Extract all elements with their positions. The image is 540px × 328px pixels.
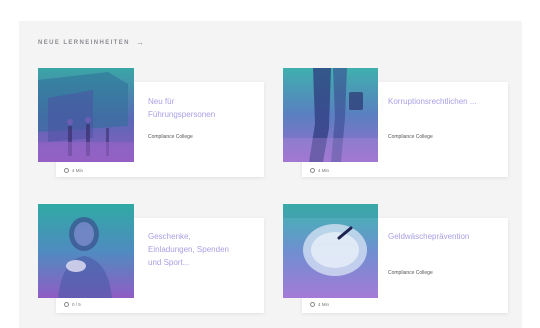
clock-icon xyxy=(64,168,69,173)
course-thumbnail-2[interactable] xyxy=(283,68,378,162)
section-title: NEUE LERNEINHEITEN xyxy=(38,39,130,46)
section-header[interactable]: NEUE LERNEINHEITEN → xyxy=(38,38,144,47)
clock-icon xyxy=(310,302,315,307)
course-org: Compliance College xyxy=(388,270,433,276)
course-title[interactable]: Korruptionsrechtlichen ... xyxy=(388,95,496,108)
course-title[interactable]: Geschenke, Einladungen, Spenden und Spor… xyxy=(148,230,232,269)
course-title[interactable]: Neu für Führungspersonen xyxy=(148,95,228,121)
course-thumbnail-1[interactable] xyxy=(38,68,134,162)
course-meta: 4 Min xyxy=(310,168,329,173)
course-meta: 4 Min xyxy=(310,302,329,307)
course-title[interactable]: Geldwäscheprävention xyxy=(388,230,500,243)
course-thumbnail-3[interactable] xyxy=(38,204,134,298)
course-meta: 4 Min xyxy=(64,168,83,173)
course-thumbnail-4[interactable] xyxy=(283,204,378,298)
course-meta: 0 / 5 xyxy=(64,302,81,307)
course-org: Compliance College xyxy=(388,134,433,140)
course-org: Compliance College xyxy=(148,134,193,140)
clock-icon xyxy=(64,302,69,307)
clock-icon xyxy=(310,168,315,173)
arrow-right-icon: → xyxy=(135,38,144,47)
